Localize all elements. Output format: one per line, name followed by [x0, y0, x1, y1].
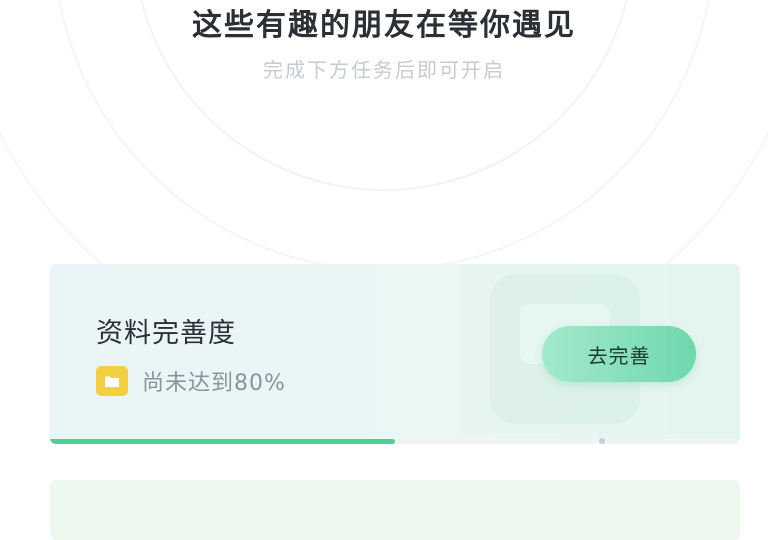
complete-profile-button[interactable]: 去完善 [542, 326, 696, 382]
profile-completion-card: 资料完善度 尚未达到80% 去完善 [50, 264, 740, 444]
page-subtitle: 完成下方任务后即可开启 [263, 58, 505, 82]
task-title: 资料完善度 [96, 318, 236, 349]
page-title: 这些有趣的朋友在等你遇见 [192, 8, 576, 43]
next-task-card [50, 480, 740, 540]
task-status: 尚未达到80% [96, 366, 286, 396]
progress-fill [50, 439, 395, 444]
progress-bar [50, 438, 740, 444]
task-status-text: 尚未达到80% [142, 371, 286, 396]
folder-icon [96, 366, 128, 396]
progress-target-marker [599, 438, 605, 444]
